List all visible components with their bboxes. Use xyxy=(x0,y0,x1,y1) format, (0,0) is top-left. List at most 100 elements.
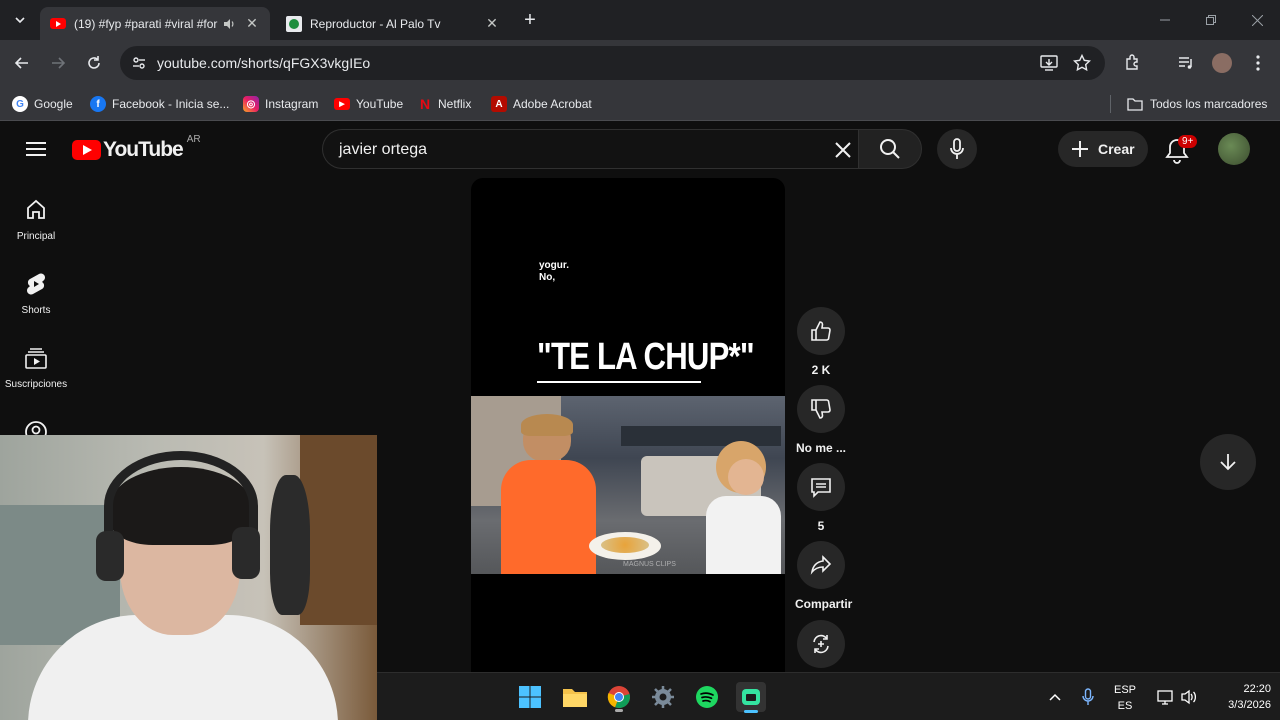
speaker-icon[interactable] xyxy=(222,17,236,31)
comment-count: 5 xyxy=(817,519,825,533)
comments-button[interactable]: 5 xyxy=(795,463,847,533)
dislike-circle[interactable] xyxy=(797,385,845,433)
like-button[interactable]: 2 K xyxy=(795,307,847,377)
chrome-taskbar-button[interactable] xyxy=(605,683,633,712)
nav-item-shorts[interactable]: Shorts xyxy=(0,272,72,316)
video-headline: "TE LA CHUP*" xyxy=(537,336,755,383)
bookmark-google[interactable]: G Google xyxy=(12,93,73,115)
windows-taskbar: ESP ES 22:20 3/3/2026 xyxy=(377,672,1280,720)
reload-button[interactable] xyxy=(80,49,108,77)
tab-search-button[interactable] xyxy=(6,6,34,34)
hamburger-icon xyxy=(26,142,46,156)
tab-title: Reproductor - Al Palo Tv xyxy=(310,16,441,31)
webcam-guitar xyxy=(270,475,310,615)
headphone-cup-right xyxy=(232,527,260,579)
volume-tray-button[interactable] xyxy=(1175,683,1203,711)
food-plate xyxy=(589,532,661,560)
bookmark-adobe-acrobat[interactable]: A Adobe Acrobat xyxy=(491,93,592,115)
remix-button[interactable] xyxy=(795,620,847,668)
nav-item-suscripciones[interactable]: Suscripciones xyxy=(0,346,72,390)
nav-item-principal[interactable]: Principal xyxy=(0,198,72,242)
restore-button[interactable] xyxy=(1188,0,1234,40)
tab-strip: (19) #fyp #parati #viral #for ✕ Reproduc… xyxy=(0,0,1280,40)
search-box[interactable]: javier ortega xyxy=(322,129,858,169)
extensions-button[interactable] xyxy=(1119,49,1147,77)
puzzle-icon xyxy=(1126,54,1138,70)
obs-taskbar-button[interactable] xyxy=(736,682,766,713)
search-input[interactable]: javier ortega xyxy=(339,141,427,159)
forward-button[interactable] xyxy=(44,49,72,77)
close-tab-icon[interactable]: ✕ xyxy=(484,15,500,32)
remix-circle[interactable] xyxy=(797,620,845,668)
back-button[interactable] xyxy=(8,49,36,77)
streaming-app-icon xyxy=(742,689,760,705)
address-bar[interactable]: youtube.com/shorts/qFGX3vkgIEo xyxy=(120,46,1105,80)
close-tab-icon[interactable]: ✕ xyxy=(244,15,260,32)
bookmark-facebook[interactable]: f Facebook - Inicia se... xyxy=(90,93,229,115)
minimize-icon xyxy=(1160,19,1170,21)
create-button[interactable]: Crear xyxy=(1058,131,1148,167)
video-frame: MAGNUS CLIPS xyxy=(471,396,785,574)
new-tab-button[interactable]: + xyxy=(516,6,544,34)
clear-search-icon[interactable] xyxy=(835,142,851,158)
remix-icon xyxy=(813,634,829,654)
next-video-button[interactable] xyxy=(1200,434,1256,490)
site-info-icon[interactable] xyxy=(131,55,147,71)
arrow-right-icon xyxy=(52,57,66,69)
clock-button[interactable]: 22:20 3/3/2026 xyxy=(1205,681,1271,713)
media-controls-button[interactable] xyxy=(1172,49,1200,77)
show-hidden-icons-button[interactable] xyxy=(1041,683,1069,711)
nav-label: Suscripciones xyxy=(4,379,68,390)
like-circle[interactable] xyxy=(797,307,845,355)
bookmark-label: Instagram xyxy=(265,97,319,111)
share-circle[interactable] xyxy=(797,541,845,589)
logo-text: YouTube xyxy=(103,138,184,161)
guide-menu-button[interactable] xyxy=(22,135,50,163)
all-bookmarks-label: Todos los marcadores xyxy=(1150,97,1268,111)
bookmark-label: Google xyxy=(34,97,73,111)
all-bookmarks-button[interactable]: Todos los marcadores xyxy=(1127,93,1267,115)
bookmark-youtube[interactable]: ▶ YouTube xyxy=(334,93,403,115)
shorts-video-player[interactable]: yogur. No, "TE LA CHUP*" MAGNUS CLIPS xyxy=(471,178,785,672)
microphone-icon xyxy=(1082,688,1094,705)
keyboard-layout: ES xyxy=(1117,700,1133,712)
share-label: Compartir xyxy=(795,597,853,611)
home-icon xyxy=(27,199,45,219)
install-app-icon[interactable] xyxy=(1040,55,1058,71)
dislike-button[interactable]: No me ... xyxy=(795,385,847,455)
youtube-favicon-icon xyxy=(50,18,66,29)
account-avatar[interactable] xyxy=(1218,133,1250,165)
bookmark-netflix[interactable]: N Netflix xyxy=(418,93,471,115)
notifications-badge: 9+ xyxy=(1178,135,1198,148)
close-window-button[interactable] xyxy=(1234,0,1280,40)
profile-button[interactable] xyxy=(1208,49,1236,77)
voice-search-button[interactable] xyxy=(937,129,977,169)
spotify-taskbar-button[interactable] xyxy=(693,683,721,711)
settings-taskbar-button[interactable] xyxy=(649,683,677,711)
search-button[interactable] xyxy=(858,129,922,169)
browser-toolbar: youtube.com/shorts/qFGX3vkgIEo xyxy=(0,40,1280,86)
microphone-icon xyxy=(950,138,964,159)
bookmark-star-icon[interactable] xyxy=(1073,54,1091,72)
notifications-button[interactable]: 9+ xyxy=(1162,135,1198,165)
chrome-icon xyxy=(607,686,630,709)
tab-youtube[interactable]: (19) #fyp #parati #viral #for ✕ xyxy=(40,7,270,40)
comments-circle[interactable] xyxy=(797,463,845,511)
minimize-button[interactable] xyxy=(1142,0,1188,40)
google-icon: G xyxy=(12,96,28,112)
folder-icon xyxy=(1127,98,1143,111)
bookmarks-bar: G Google f Facebook - Inicia se... ◎ Ins… xyxy=(0,86,1280,121)
tab-reproductor[interactable]: Reproductor - Al Palo Tv ✕ xyxy=(276,7,510,40)
microphone-tray-button[interactable] xyxy=(1074,683,1102,711)
input-language-button[interactable]: ESP ES xyxy=(1112,682,1138,714)
chrome-menu-button[interactable] xyxy=(1244,49,1272,77)
bookmark-instagram[interactable]: ◎ Instagram xyxy=(243,93,318,115)
share-button[interactable]: Compartir xyxy=(795,541,853,611)
chevron-up-icon xyxy=(1049,693,1061,701)
youtube-logo[interactable]: YouTube AR xyxy=(72,134,201,162)
file-explorer-button[interactable] xyxy=(561,683,589,711)
tab-title: (19) #fyp #parati #viral #for xyxy=(74,16,218,31)
windows-icon xyxy=(519,686,541,708)
start-button[interactable] xyxy=(516,683,544,711)
profile-avatar xyxy=(1212,53,1232,73)
